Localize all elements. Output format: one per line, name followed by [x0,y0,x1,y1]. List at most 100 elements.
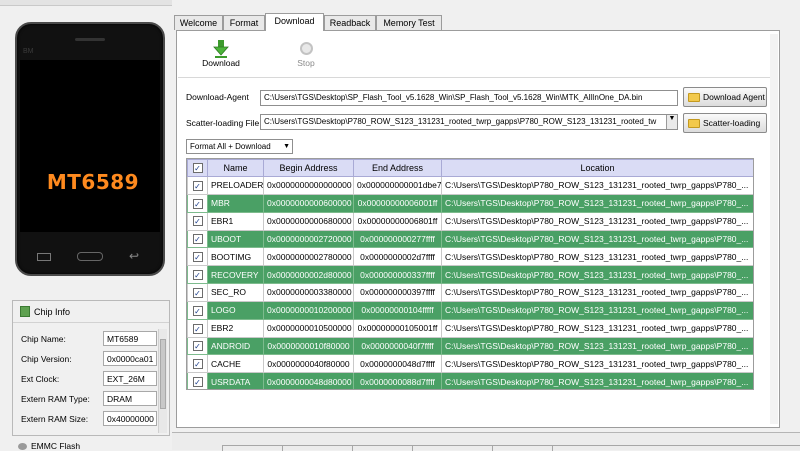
row-checkbox[interactable]: ✓ [187,247,208,267]
emmc-icon [18,443,27,451]
panel-scrollbar[interactable] [770,34,778,424]
row-checkbox[interactable]: ✓ [187,265,208,285]
location-cell[interactable]: C:\Users\TGS\Desktop\P780_ROW_S123_13123… [441,265,753,285]
location-cell[interactable]: C:\Users\TGS\Desktop\P780_ROW_S123_13123… [441,283,753,302]
status-segment [412,445,492,451]
tab-welcome[interactable]: Welcome [174,15,223,30]
table-row[interactable]: ✓ BOOTIMG 0x0000000002780000 0x0000000002d7… [187,247,753,267]
location-cell[interactable]: C:\Users\TGS\Desktop\P780_ROW_S123_13123… [441,211,753,231]
ram-type-label: Extern RAM Type: [21,394,90,404]
chip-info-panel: Chip Info Chip Name: MT6589 Chip Version… [12,300,170,436]
partition-name-cell: EBR1 [207,211,264,231]
tab-readback[interactable]: Readback [324,15,376,30]
begin-address-cell: 0x0000000010500000 [263,318,354,338]
chip-icon [20,306,30,317]
ram-type-field[interactable]: DRAM [103,391,157,406]
partition-name-cell: ANDROID [207,336,264,356]
location-cell[interactable]: C:\Users\TGS\Desktop\P780_ROW_S123_13123… [441,354,753,374]
home-key-icon [77,252,103,261]
end-address-cell: 0x000000000397ffff [353,283,442,302]
folder-icon [688,93,700,102]
table-row[interactable]: ✓ CACHE 0x0000000040f80000 0x0000000048d7ff… [187,354,753,374]
partition-table: ✓ Name Begin Address End Address Locatio… [186,158,754,390]
row-checkbox[interactable]: ✓ [187,354,208,374]
format-mode-select[interactable]: Format All + Download ▼ [186,139,293,154]
stop-button-label: Stop [297,58,315,68]
column-header-location[interactable]: Location [441,159,753,177]
location-cell[interactable]: C:\Users\TGS\Desktop\P780_ROW_S123_13123… [441,229,753,249]
table-row[interactable]: ✓ LOGO 0x0000000010200000 0x00000000104ffff… [187,300,753,320]
stop-button[interactable]: Stop [283,40,329,68]
location-cell[interactable]: C:\Users\TGS\Desktop\P780_ROW_S123_13123… [441,318,753,338]
download-agent-path-input[interactable]: C:\Users\TGS\Desktop\SP_Flash_Tool_v5.16… [260,90,678,106]
partition-name-cell: LOGO [207,300,264,320]
row-checkbox[interactable]: ✓ [187,176,208,195]
location-cell[interactable]: C:\Users\TGS\Desktop\P780_ROW_S123_13123… [441,247,753,267]
menu-key-icon [37,253,51,261]
table-row[interactable]: ✓ RECOVERY 0x0000000002d80000 0x00000000033… [187,265,753,285]
row-checkbox[interactable]: ✓ [187,193,208,213]
download-button[interactable]: Download [198,40,244,68]
column-header-end-address[interactable]: End Address [353,159,442,177]
begin-address-cell: 0x0000000000000000 [263,176,354,195]
location-cell[interactable]: C:\Users\TGS\Desktop\P780_ROW_S123_13123… [441,372,753,389]
partition-name-cell: SEC_RO [207,283,264,302]
chip-name-field[interactable]: MT6589 [103,331,157,346]
end-address-cell: 0x00000000006001ff [353,193,442,213]
download-agent-label: Download-Agent [186,92,249,102]
begin-address-cell: 0x0000000040f80000 [263,354,354,374]
location-cell[interactable]: C:\Users\TGS\Desktop\P780_ROW_S123_13123… [441,176,753,195]
row-checkbox[interactable]: ✓ [187,229,208,249]
column-header-begin-address[interactable]: Begin Address [263,159,354,177]
title-strip [0,0,172,6]
scatter-dropdown-arrow-icon[interactable]: ▼ [666,115,677,129]
end-address-cell: 0x000000000277ffff [353,229,442,249]
table-row[interactable]: ✓ EBR1 0x0000000000680000 0x00000000006801f… [187,211,753,231]
table-row[interactable]: ✓ USRDATA 0x0000000048d80000 0x0000000088d7… [187,372,753,389]
row-checkbox[interactable]: ✓ [187,300,208,320]
scatter-loading-button[interactable]: Scatter-loading [683,113,767,133]
scatter-loading-label: Scatter-loading File [186,118,260,128]
status-segment [352,445,412,451]
chip-info-scroll-thumb[interactable] [160,339,166,409]
ext-clock-label: Ext Clock: [21,374,60,384]
location-cell[interactable]: C:\Users\TGS\Desktop\P780_ROW_S123_13123… [441,193,753,213]
row-checkbox[interactable]: ✓ [187,372,208,389]
ext-clock-field[interactable]: EXT_26M [103,371,157,386]
status-segment [282,445,352,451]
table-row[interactable]: ✓ PRELOADER 0x0000000000000000 0x0000000000… [187,176,753,195]
phone-image: BM MT6589 ↩ [15,22,165,276]
table-row[interactable]: ✓ MBR 0x0000000000600000 0x00000000006001ff… [187,193,753,213]
ram-size-field[interactable]: 0x40000000 [103,411,157,426]
folder-icon [688,119,700,128]
chip-version-field[interactable]: 0x0000ca01 [103,351,157,366]
table-row[interactable]: ✓ EBR2 0x0000000010500000 0x00000000105001f… [187,318,753,338]
table-row[interactable]: ✓ SEC_RO 0x0000000003380000 0x000000000397f… [187,283,753,302]
table-row[interactable]: ✓ ANDROID 0x0000000010f80000 0x0000000040f7… [187,336,753,356]
tab-download[interactable]: Download [265,13,324,31]
row-checkbox[interactable]: ✓ [187,318,208,338]
end-address-cell: 0x000000000001dbe7 [353,176,442,195]
row-checkbox[interactable]: ✓ [187,283,208,302]
row-checkbox[interactable]: ✓ [187,336,208,356]
row-checkbox[interactable]: ✓ [187,211,208,231]
begin-address-cell: 0x0000000000680000 [263,211,354,231]
tab-memory-test[interactable]: Memory Test [376,15,442,30]
partition-name-cell: EBR2 [207,318,264,338]
location-cell[interactable]: C:\Users\TGS\Desktop\P780_ROW_S123_13123… [441,300,753,320]
end-address-cell: 0x00000000006801ff [353,211,442,231]
end-address-cell: 0x0000000048d7ffff [353,354,442,374]
chip-info-scrollbar[interactable] [158,329,167,433]
end-address-cell: 0x0000000088d7ffff [353,372,442,389]
chip-name-label: Chip Name: [21,334,66,344]
scatter-file-combo[interactable]: C:\Users\TGS\Desktop\P780_ROW_S123_13123… [260,114,678,130]
location-cell[interactable]: C:\Users\TGS\Desktop\P780_ROW_S123_13123… [441,336,753,356]
table-row[interactable]: ✓ UBOOT 0x0000000002720000 0x000000000277ff… [187,229,753,249]
download-agent-button-label: Download Agent [703,92,765,102]
column-header-name[interactable]: Name [207,159,264,177]
begin-address-cell: 0x0000000000600000 [263,193,354,213]
select-all-checkbox[interactable]: ✓ [187,159,208,177]
partition-name-cell: CACHE [207,354,264,374]
tab-format[interactable]: Format [223,15,265,30]
download-agent-button[interactable]: Download Agent [683,87,767,107]
